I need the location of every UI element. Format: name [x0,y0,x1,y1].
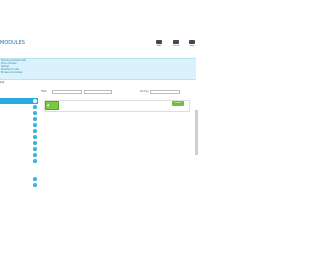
header-button-help[interactable]: Help [183,40,201,54]
info-banner: Trending modules here Shop modules Ratin… [0,58,196,80]
help-icon [189,40,195,44]
module-icon: ◆ [45,101,59,110]
install-button[interactable]: Install [172,101,184,106]
sidebar-item-count: 1 [33,135,37,139]
sidebar-item-count: 1 [33,147,37,151]
sidebar-item-count: 1 [33,183,37,187]
sidebar-item-count: 1 [33,177,37,181]
sidebar-item-count: 1 [33,105,37,109]
header-button-label: Help [189,45,195,47]
page-title: MODULES [0,40,25,46]
filter-select-2[interactable] [84,90,112,94]
sidebar-item-count: 1 [33,129,37,133]
filter-select-1[interactable] [52,90,82,94]
add-icon [156,40,162,44]
header-button-add[interactable]: Add [150,40,168,54]
category-sidebar: 1 1 1 1 1 1 1 1 1 1 1 1 1 [0,90,38,190]
sidebar-item-count: 1 [33,111,37,115]
sidebar-item-count: 1 [33,117,37,121]
header-button-label: Add [157,45,161,47]
sidebar-item-count: 1 [33,159,37,163]
module-list-item [44,100,190,112]
module-logo-icon: ◆ [47,103,50,107]
sidebar-item[interactable]: 1 [0,158,38,164]
sidebar-item-count: 1 [33,123,37,127]
check-icon [173,40,179,44]
sidebar-item-count: 1 [33,153,37,157]
vertical-scrollbar[interactable] [195,110,198,155]
sort-select[interactable] [150,90,180,94]
sidebar-item[interactable]: 1 [0,182,38,188]
info-line[interactable]: Browse all modules [1,71,22,75]
sort-label: Sort by [140,90,149,93]
sidebar-item-count: 1 [33,99,37,103]
sidebar-item-count: 1 [33,141,37,145]
section-label: Lst [0,80,5,84]
filter-label: Filter [41,90,47,93]
